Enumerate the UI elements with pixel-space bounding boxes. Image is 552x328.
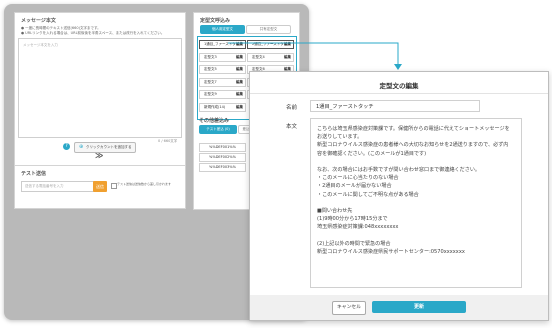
update-button[interactable]: 更新 [372, 301, 466, 313]
edit-template-modal: 定型文の編集 名前 1通目_ファーストタッチ 本文 こちらは埼玉県感染症対策課で… [249, 71, 549, 321]
name-label: 名前 [286, 105, 298, 111]
modal-title: 定型文の編集 [379, 82, 419, 90]
cancel-button[interactable]: キャンセル [332, 301, 366, 315]
body-label: 本文 [286, 124, 298, 130]
name-input[interactable]: 1通目_ファーストタッチ [310, 100, 480, 112]
modal-divider [250, 93, 548, 94]
body-text: こちらは埼玉県感染症対策課です。保健所からの電話に代えてショートメッセージを お… [317, 126, 510, 256]
body-textarea[interactable]: こちらは埼玉県感染症対策課です。保健所からの電話に代えてショートメッセージを お… [310, 118, 522, 288]
